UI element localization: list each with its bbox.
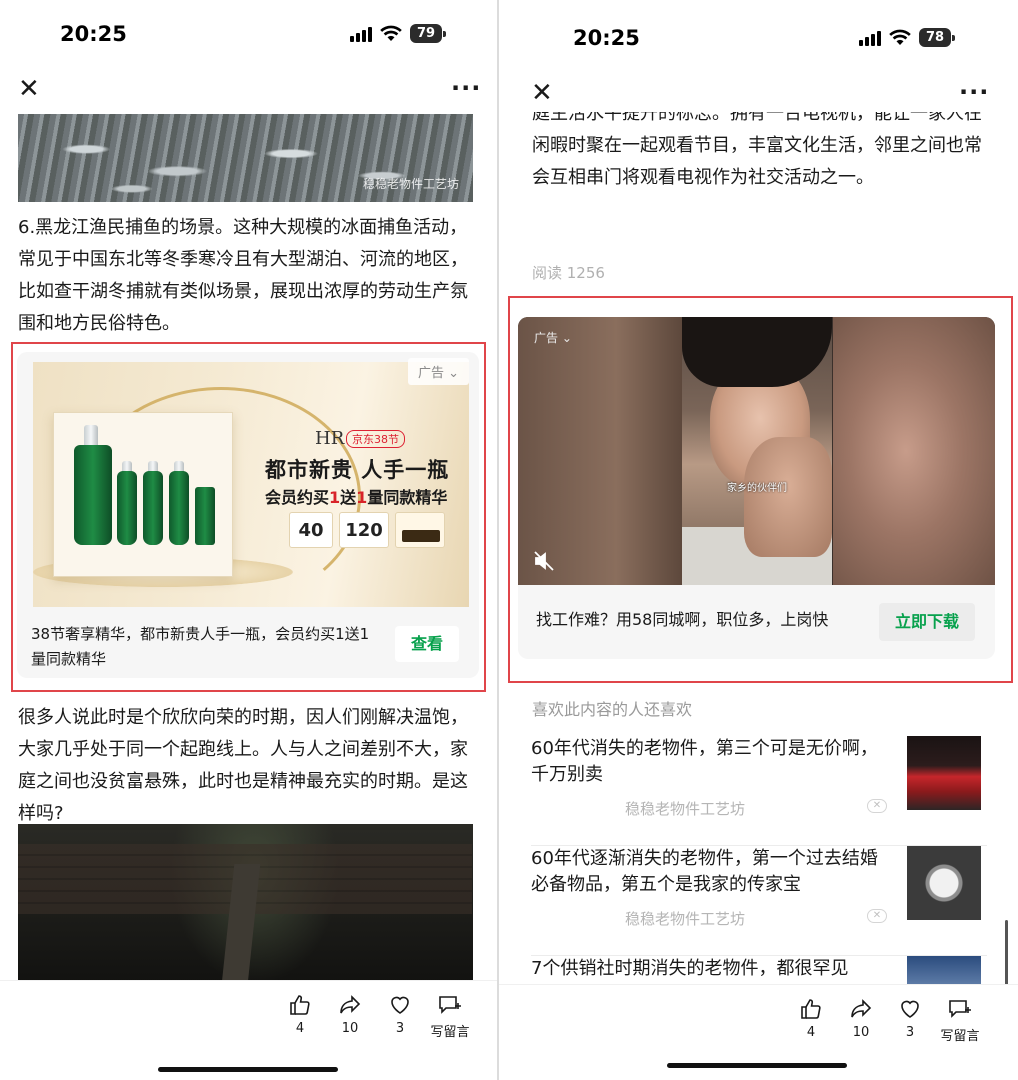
photo-watermark: 稳稳老物件工艺坊 (362, 177, 459, 191)
view-button[interactable]: 查看 (395, 626, 459, 662)
heart-icon (391, 996, 409, 1014)
ad-subline: 会员约买1送1量同款精华 (265, 488, 448, 507)
status-time: 20:25 (60, 22, 127, 46)
download-now-button[interactable]: 立即下载 (879, 603, 975, 641)
serum-bottle-small (143, 471, 163, 545)
recommendation-source: 稳稳老物件工艺坊 (625, 800, 746, 818)
ad-description[interactable]: 38节奢享精华，都市新贵人手一瓶，会员约买1送1量同款精华 (31, 622, 381, 672)
fishing-photo: 稳稳老物件工艺坊 (18, 114, 473, 202)
bottom-action-bar: 4 10 3 写留言 (0, 980, 497, 1080)
price-coupon-2: 120 (339, 512, 389, 548)
left-phone-screen: 20:25 79 ✕ ··· 稳稳老物件工艺坊 6.黑龙江渔民捕鱼的场景。这种大… (0, 0, 497, 1080)
close-icon[interactable]: ✕ (531, 80, 553, 106)
heart-icon (901, 1000, 919, 1018)
mute-icon[interactable] (532, 549, 556, 573)
close-icon[interactable]: ✕ (18, 76, 40, 102)
ad-headline: 都市新贵 人手一瓶 (265, 458, 450, 482)
recommendation-source: 稳稳老物件工艺坊 (625, 910, 746, 928)
status-time: 20:25 (573, 26, 640, 50)
thumbs-up-icon (290, 995, 310, 1015)
recommendation-title[interactable]: 60年代消失的老物件，第三个可是无价啊，千万别卖 (531, 736, 881, 788)
video-frame: 家乡的伙伴们 (682, 317, 832, 585)
price-row: 40 120 (289, 512, 445, 548)
comment-icon (949, 1000, 971, 1018)
recommendations-title: 喜欢此内容的人还喜欢 (532, 700, 693, 719)
more-options-icon[interactable]: ··· (959, 78, 989, 106)
ad-card[interactable]: HR 京东38节 都市新贵 人手一瓶 会员约买1送1量同款精华 40 120 广… (17, 352, 479, 678)
home-indicator[interactable] (667, 1063, 847, 1068)
price-coupon-1: 40 (289, 512, 333, 548)
battery-indicator: 79 (410, 24, 447, 43)
bottom-action-bar: 4 10 3 写留言 (499, 984, 1018, 1080)
brand-logo: HR (315, 428, 345, 449)
ad-banner-image[interactable]: HR 京东38节 都市新贵 人手一瓶 会员约买1送1量同款精华 40 120 (33, 362, 469, 607)
home-indicator[interactable] (158, 1067, 338, 1072)
battery-indicator: 78 (919, 28, 956, 47)
status-icons: 79 (350, 24, 447, 43)
video-player[interactable]: 家乡的伙伴们 广告 ⌄ (518, 317, 995, 585)
recommendation-thumbnail[interactable] (907, 846, 981, 920)
recommendation-item[interactable]: 60年代消失的老物件，第三个可是无价啊，千万别卖 稳稳老物件工艺坊 ✕ (531, 736, 987, 846)
tree-photo (18, 824, 473, 984)
dismiss-icon[interactable]: ✕ (867, 909, 887, 923)
ad-tag[interactable]: 广告 ⌄ (407, 358, 469, 385)
read-count: 阅读 1256 (532, 264, 605, 282)
product-display-box (53, 412, 233, 577)
video-subtitle: 家乡的伙伴们 (727, 483, 787, 494)
dismiss-icon[interactable]: ✕ (867, 799, 887, 813)
serum-tube (195, 487, 215, 545)
comment-icon (439, 996, 461, 1014)
signal-icon (350, 26, 372, 42)
scrollbar[interactable] (1005, 920, 1008, 990)
wifi-icon (889, 29, 911, 45)
share-icon (851, 999, 872, 1018)
right-phone-screen: 20:25 78 ✕ ··· 庭生活水平提升的标志。拥有一台电视机，能让一家人在… (499, 0, 1018, 1080)
thumbs-up-icon (801, 999, 821, 1019)
recommendation-title[interactable]: 7个供销社时期消失的老物件，都很罕见 (531, 956, 881, 982)
jd-badge: 京东38节 (346, 430, 405, 448)
article-text-clip: 庭生活水平提升的标志。拥有一台电视机，能让一家人在闲暇时聚在一起观看节目，丰富文… (499, 112, 1018, 232)
ad-description[interactable]: 找工作难？用58同城啊，职位多，上岗快 (536, 607, 876, 632)
article-paragraph-2: 很多人说此时是个欣欣向荣的时期，因人们刚解决温饱，大家几乎处于同一个起跑线上。人… (18, 707, 468, 824)
recommendation-thumbnail[interactable] (907, 736, 981, 810)
serum-bottle-small (117, 471, 137, 545)
serum-bottle-small (169, 471, 189, 545)
recommendation-title[interactable]: 60年代逐渐消失的老物件，第一个过去结婚必备物品，第五个是我家的传家宝 (531, 846, 881, 898)
article-paragraph: 庭生活水平提升的标志。拥有一台电视机，能让一家人在闲暇时聚在一起观看节目，丰富文… (532, 112, 982, 188)
article-paragraph-1: 6.黑龙江渔民捕鱼的场景。这种大规模的冰面捕鱼活动，常见于中国东北等冬季寒冷且有… (18, 217, 468, 334)
status-icons: 78 (859, 28, 956, 47)
price-order-cta (395, 512, 445, 548)
ad-tag[interactable]: 广告 ⌄ (534, 329, 572, 346)
recommendation-item[interactable]: 60年代逐渐消失的老物件，第一个过去结婚必备物品，第五个是我家的传家宝 稳稳老物… (531, 846, 987, 956)
serum-bottle-large (74, 445, 112, 545)
wifi-icon (380, 25, 402, 41)
comment-button[interactable]: 写留言 (930, 997, 990, 1044)
share-icon (340, 995, 361, 1014)
signal-icon (859, 30, 881, 46)
more-options-icon[interactable]: ··· (451, 74, 481, 102)
video-ad-card[interactable]: 家乡的伙伴们 广告 ⌄ 找工作难？用58同城啊，职位多，上岗快 立即下载 (518, 317, 995, 659)
comment-button[interactable]: 写留言 (420, 993, 480, 1040)
